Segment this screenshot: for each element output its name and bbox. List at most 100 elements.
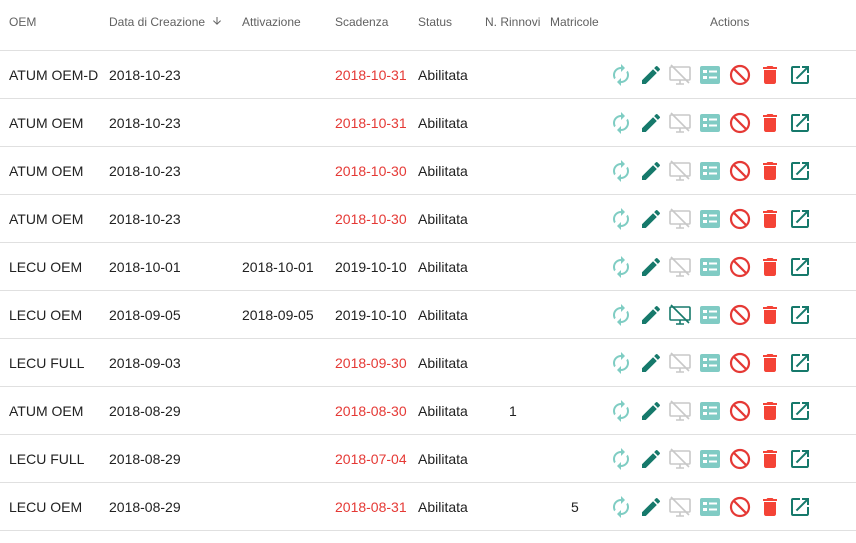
monitor-off-icon[interactable]: [668, 495, 692, 519]
refresh-icon[interactable]: [609, 159, 633, 183]
block-icon[interactable]: [728, 255, 752, 279]
cell-oem: LECU OEM: [9, 307, 83, 323]
cell-expiry: 2019-10-10: [335, 259, 407, 275]
pencil-icon[interactable]: [639, 63, 663, 87]
cell-oem: LECU FULL: [9, 355, 85, 371]
table-row: LECU FULL 2018-09-03 2018-09-30 Abilitat…: [0, 339, 856, 387]
trash-icon[interactable]: [758, 399, 782, 423]
monitor-off-icon[interactable]: [668, 255, 692, 279]
list-box-icon[interactable]: [698, 303, 722, 327]
header-actions: Actions: [710, 15, 750, 29]
cell-expiry: 2019-10-10: [335, 307, 407, 323]
cell-oem: LECU OEM: [9, 499, 83, 515]
block-icon[interactable]: [728, 447, 752, 471]
block-icon[interactable]: [728, 207, 752, 231]
cell-activation: 2018-10-01: [242, 259, 314, 275]
table-row: ATUM OEM 2018-10-23 2018-10-31 Abilitata: [0, 99, 856, 147]
monitor-off-icon[interactable]: [668, 351, 692, 375]
header-oem[interactable]: OEM: [9, 15, 36, 29]
refresh-icon[interactable]: [609, 399, 633, 423]
pencil-icon[interactable]: [639, 447, 663, 471]
refresh-icon[interactable]: [609, 255, 633, 279]
pencil-icon[interactable]: [639, 351, 663, 375]
block-icon[interactable]: [728, 303, 752, 327]
list-box-icon[interactable]: [698, 159, 722, 183]
trash-icon[interactable]: [758, 447, 782, 471]
header-scadenza[interactable]: Scadenza: [335, 15, 388, 29]
open-in-new-icon[interactable]: [788, 495, 812, 519]
trash-icon[interactable]: [758, 351, 782, 375]
cell-created: 2018-10-23: [109, 115, 181, 131]
refresh-icon[interactable]: [609, 351, 633, 375]
open-in-new-icon[interactable]: [788, 351, 812, 375]
table-row: ATUM OEM 2018-10-23 2018-10-30 Abilitata: [0, 195, 856, 243]
open-in-new-icon[interactable]: [788, 447, 812, 471]
monitor-off-icon[interactable]: [668, 303, 692, 327]
trash-icon[interactable]: [758, 159, 782, 183]
pencil-icon[interactable]: [639, 207, 663, 231]
list-box-icon[interactable]: [698, 447, 722, 471]
monitor-off-icon[interactable]: [668, 63, 692, 87]
header-status[interactable]: Status: [418, 15, 452, 29]
header-attivazione[interactable]: Attivazione: [242, 15, 301, 29]
block-icon[interactable]: [728, 63, 752, 87]
cell-status: Abilitata: [418, 115, 468, 131]
list-box-icon[interactable]: [698, 399, 722, 423]
trash-icon[interactable]: [758, 303, 782, 327]
trash-icon[interactable]: [758, 495, 782, 519]
cell-created: 2018-10-23: [109, 211, 181, 227]
cell-oem: LECU OEM: [9, 259, 83, 275]
list-box-icon[interactable]: [698, 351, 722, 375]
table-row: LECU OEM 2018-10-01 2018-10-01 2019-10-1…: [0, 243, 856, 291]
cell-created: 2018-10-23: [109, 67, 181, 83]
open-in-new-icon[interactable]: [788, 111, 812, 135]
refresh-icon[interactable]: [609, 447, 633, 471]
monitor-off-icon[interactable]: [668, 399, 692, 423]
pencil-icon[interactable]: [639, 159, 663, 183]
header-data-creazione[interactable]: Data di Creazione: [109, 15, 223, 30]
cell-created: 2018-09-03: [109, 355, 181, 371]
list-box-icon[interactable]: [698, 255, 722, 279]
open-in-new-icon[interactable]: [788, 303, 812, 327]
refresh-icon[interactable]: [609, 207, 633, 231]
arrow-down-icon[interactable]: [211, 15, 223, 30]
list-box-icon[interactable]: [698, 63, 722, 87]
pencil-icon[interactable]: [639, 255, 663, 279]
open-in-new-icon[interactable]: [788, 399, 812, 423]
refresh-icon[interactable]: [609, 111, 633, 135]
header-matricole[interactable]: Matricole: [550, 15, 599, 29]
cell-created: 2018-08-29: [109, 403, 181, 419]
header-rinnovi[interactable]: N. Rinnovi: [485, 15, 540, 29]
trash-icon[interactable]: [758, 63, 782, 87]
list-box-icon[interactable]: [698, 111, 722, 135]
pencil-icon[interactable]: [639, 399, 663, 423]
cell-created: 2018-10-23: [109, 163, 181, 179]
trash-icon[interactable]: [758, 255, 782, 279]
block-icon[interactable]: [728, 111, 752, 135]
list-box-icon[interactable]: [698, 207, 722, 231]
cell-expiry: 2018-08-30: [335, 403, 407, 419]
open-in-new-icon[interactable]: [788, 63, 812, 87]
monitor-off-icon[interactable]: [668, 207, 692, 231]
block-icon[interactable]: [728, 351, 752, 375]
refresh-icon[interactable]: [609, 495, 633, 519]
open-in-new-icon[interactable]: [788, 207, 812, 231]
list-box-icon[interactable]: [698, 495, 722, 519]
open-in-new-icon[interactable]: [788, 159, 812, 183]
pencil-icon[interactable]: [639, 303, 663, 327]
block-icon[interactable]: [728, 495, 752, 519]
block-icon[interactable]: [728, 159, 752, 183]
cell-expiry: 2018-07-04: [335, 451, 407, 467]
monitor-off-icon[interactable]: [668, 159, 692, 183]
trash-icon[interactable]: [758, 111, 782, 135]
refresh-icon[interactable]: [609, 303, 633, 327]
cell-activation: 2018-09-05: [242, 307, 314, 323]
monitor-off-icon[interactable]: [668, 111, 692, 135]
block-icon[interactable]: [728, 399, 752, 423]
refresh-icon[interactable]: [609, 63, 633, 87]
monitor-off-icon[interactable]: [668, 447, 692, 471]
open-in-new-icon[interactable]: [788, 255, 812, 279]
pencil-icon[interactable]: [639, 495, 663, 519]
pencil-icon[interactable]: [639, 111, 663, 135]
trash-icon[interactable]: [758, 207, 782, 231]
